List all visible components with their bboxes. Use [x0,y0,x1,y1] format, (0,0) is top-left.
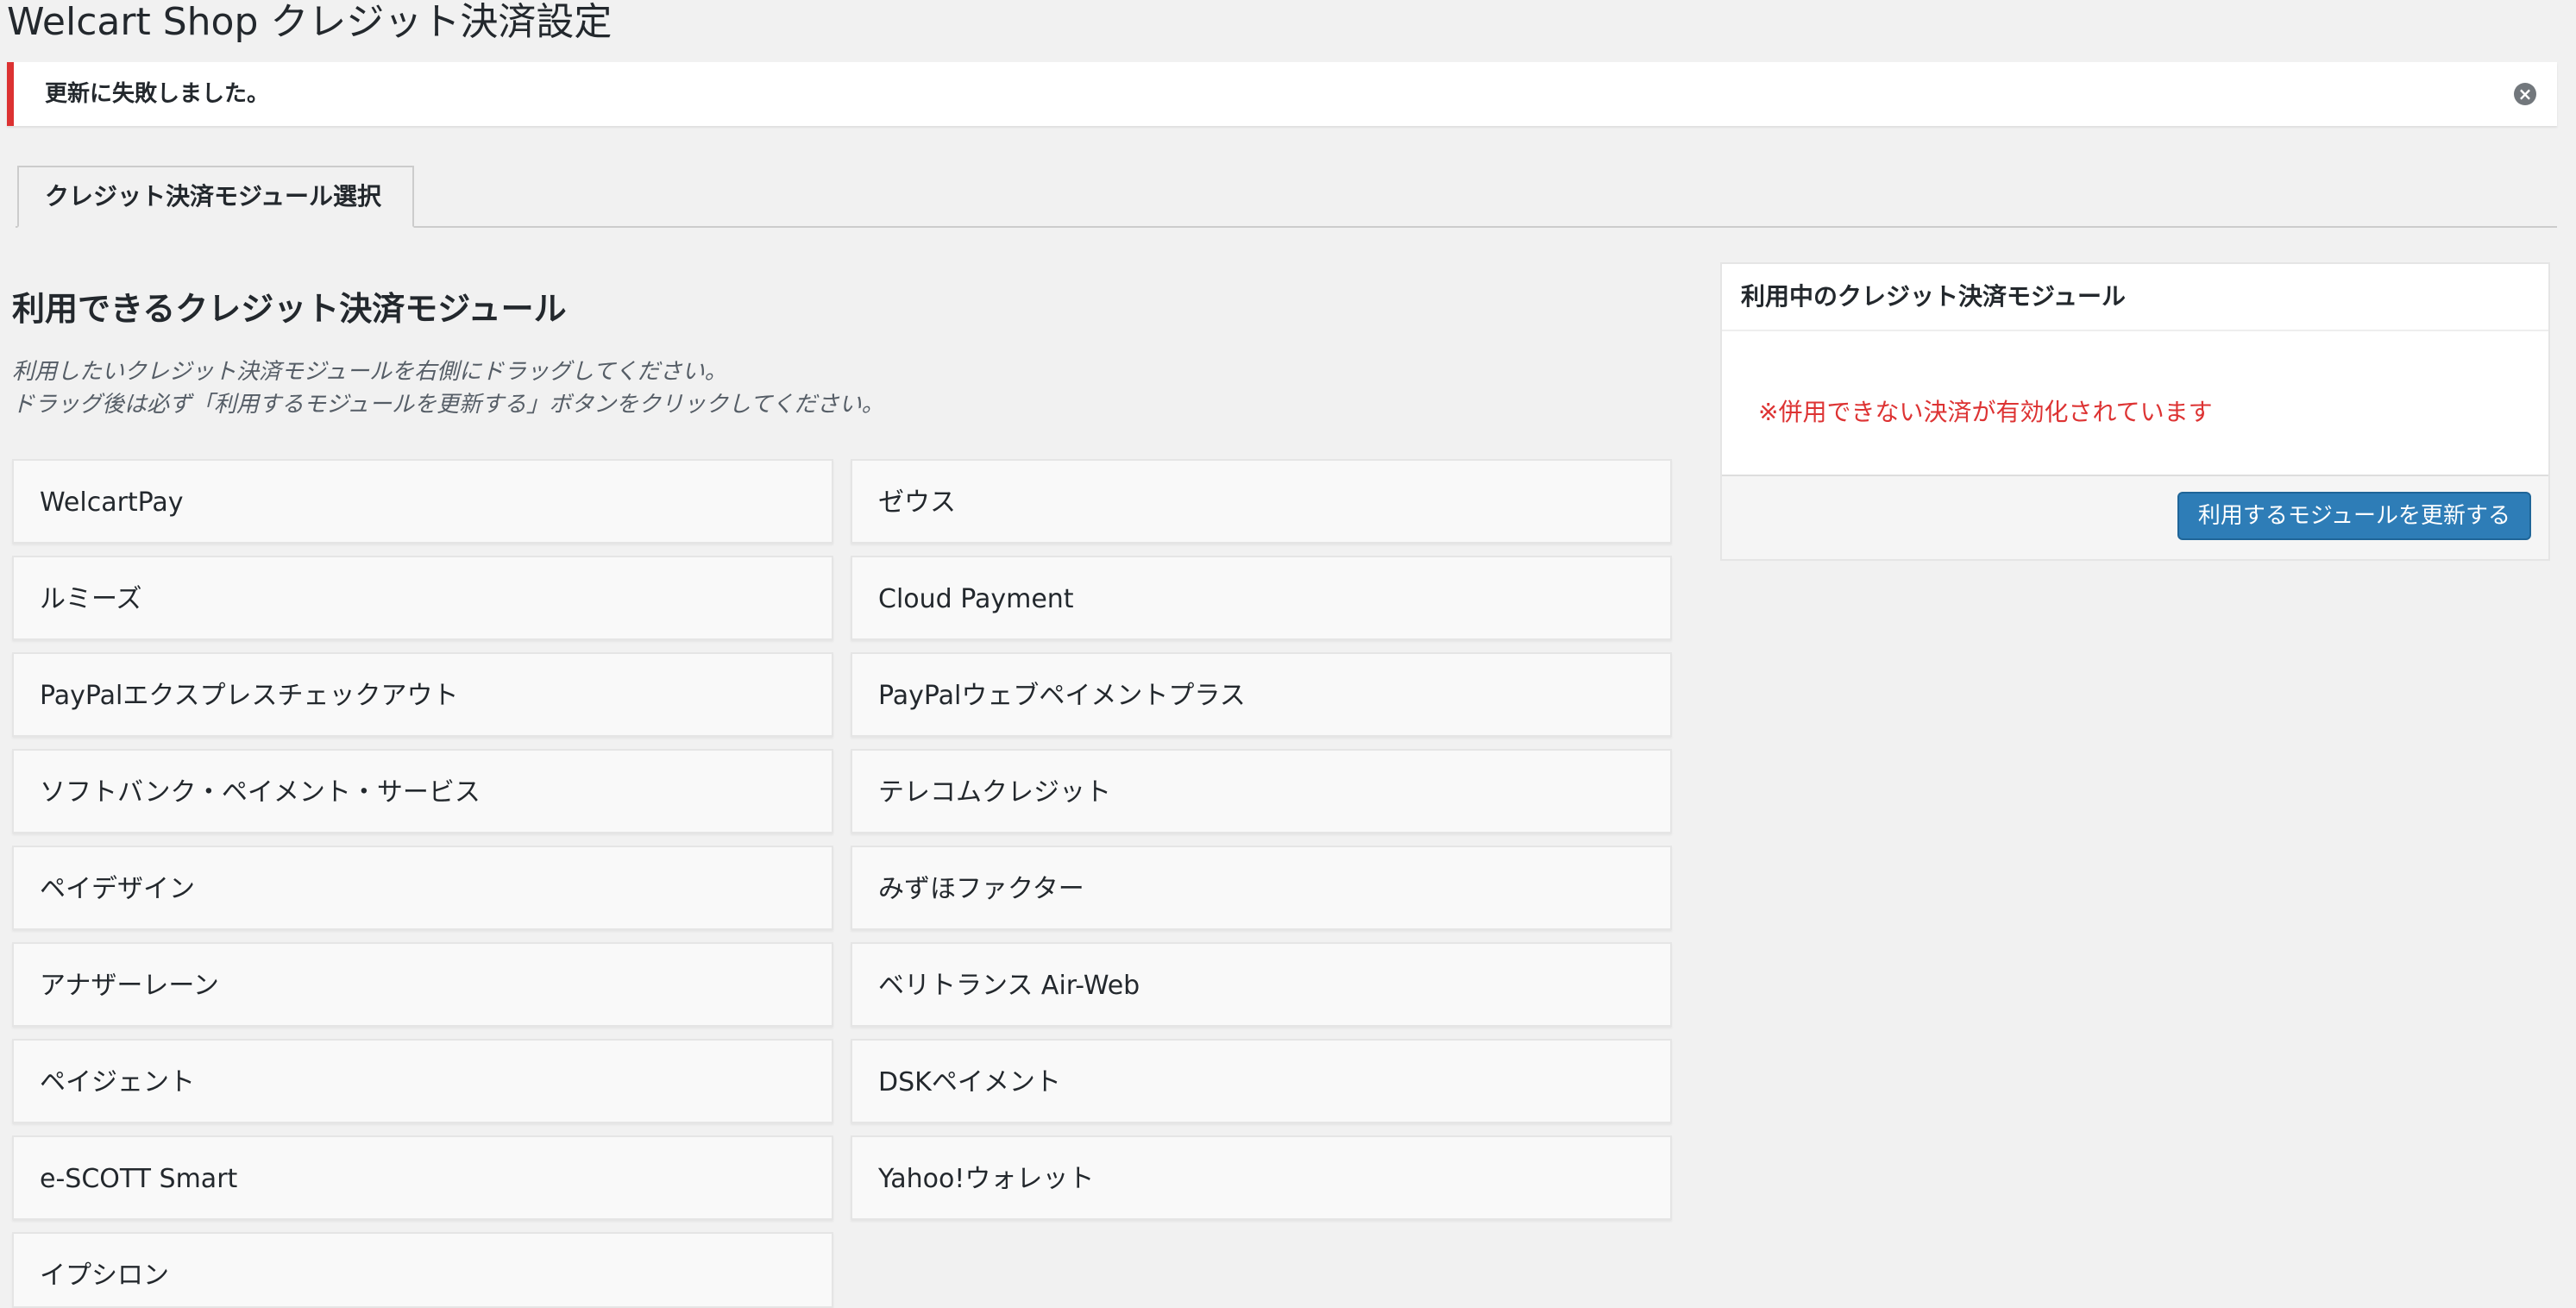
error-notice: 更新に失敗しました。 × [7,62,2557,126]
module-item[interactable]: DSKペイメント [851,1039,1672,1123]
module-item[interactable]: ゼウス [851,459,1672,544]
module-item[interactable]: ペイデザイン [12,846,833,930]
module-item[interactable]: PayPalウェブペイメントプラス [851,652,1672,737]
module-item[interactable]: アナザーレーン [12,942,833,1027]
panel-title: 利用中のクレジット決済モジュール [1741,282,2127,311]
module-label: ベリトランス Air-Web [878,971,1140,1001]
module-item[interactable]: イプシロン [12,1232,833,1308]
module-label: Yahoo!ウォレット [878,1164,1095,1194]
module-label: DSKペイメント [878,1067,1061,1097]
module-label: イプシロン [40,1261,169,1291]
close-circle-icon[interactable]: × [2514,83,2536,105]
module-label: アナザーレーン [40,971,219,1001]
module-label: みずほファクター [878,874,1084,904]
notice-message: 更新に失敗しました。 [45,81,270,107]
module-item[interactable]: ルミーズ [12,556,833,640]
module-item[interactable]: WelcartPay [12,459,833,544]
panel-header: 利用中のクレジット決済モジュール [1722,264,2548,331]
module-label: e-SCOTT Smart [40,1164,238,1194]
module-item[interactable]: ベリトランス Air-Web [851,942,1672,1027]
available-modules-heading: 利用できるクレジット決済モジュール [12,290,567,328]
module-label: WelcartPay [40,487,184,518]
tab-label: クレジット決済モジュール選択 [45,182,382,211]
module-item[interactable]: Cloud Payment [851,556,1672,640]
module-item[interactable]: ソフトバンク・ペイメント・サービス [12,749,833,833]
in-use-modules-panel: 利用中のクレジット決済モジュール ※併用できない決済が有効化されています 利用す… [1720,262,2550,561]
module-item[interactable]: テレコムクレジット [851,749,1672,833]
module-label: ペイデザイン [40,874,195,904]
module-item[interactable]: e-SCOTT Smart [12,1135,833,1220]
page-title: Welcart Shop クレジット決済設定 [7,0,613,44]
module-label: ソフトバンク・ペイメント・サービス [40,777,481,808]
module-item[interactable]: ペイジェント [12,1039,833,1123]
module-label: テレコムクレジット [878,777,1111,808]
update-modules-button[interactable]: 利用するモジュールを更新する [2177,492,2531,540]
module-item[interactable]: Yahoo!ウォレット [851,1135,1672,1220]
description-line-1: 利用したいクレジット決済モジュールを右側にドラッグしてください。 [12,359,727,385]
module-label: Cloud Payment [878,584,1074,614]
description-line-2: ドラッグ後は必ず「利用するモジュールを更新する」ボタンをクリックしてください。 [12,392,884,418]
panel-footer: 利用するモジュールを更新する [1722,475,2548,559]
module-label: ペイジェント [40,1067,195,1097]
available-modules-description: 利用したいクレジット決済モジュールを右側にドラッグしてください。 ドラッグ後は必… [12,355,884,421]
conflict-warning: ※併用できない決済が有効化されています [1758,398,2213,426]
module-label: PayPalエクスプレスチェックアウト [40,681,459,711]
module-label: PayPalウェブペイメントプラス [878,681,1246,711]
module-label: ゼウス [878,487,956,518]
module-item[interactable]: PayPalエクスプレスチェックアウト [12,652,833,737]
tab-credit-module-select[interactable]: クレジット決済モジュール選択 [17,166,414,228]
module-label: ルミーズ [40,584,142,614]
module-item[interactable]: みずほファクター [851,846,1672,930]
